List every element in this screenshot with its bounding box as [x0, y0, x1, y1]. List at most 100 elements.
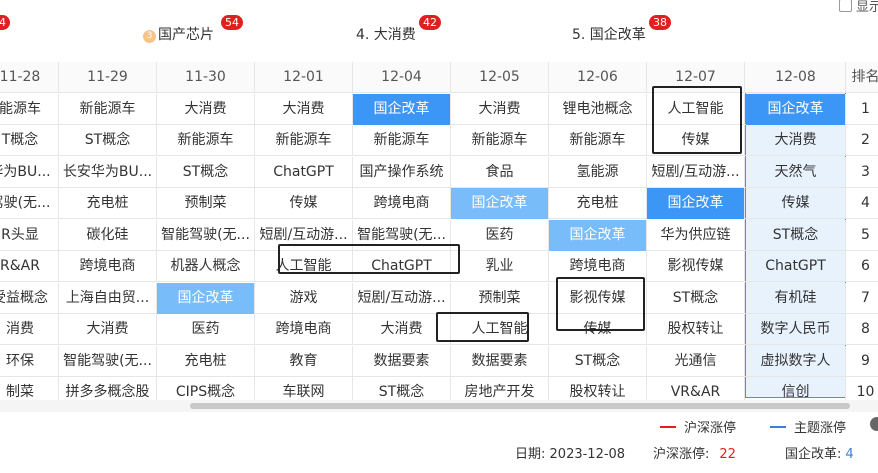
concept-cell[interactable]: 新能源车 — [255, 125, 353, 156]
concept-cell[interactable]: 人工智能 — [647, 93, 745, 125]
concept-cell[interactable]: 国企改革 — [549, 219, 647, 251]
concept-cell[interactable]: 消费 — [0, 314, 59, 345]
scrollbar-thumb[interactable] — [190, 403, 850, 409]
concept-cell[interactable]: 大消费 — [157, 93, 255, 125]
concept-cell[interactable]: 教育 — [255, 345, 353, 377]
concept-cell[interactable]: 新能源车 — [451, 125, 549, 156]
rank-header[interactable]: 排名 — [846, 62, 878, 93]
concept-cell[interactable]: R头显 — [0, 219, 59, 251]
concept-cell[interactable]: 数字人民币 — [746, 314, 846, 345]
concept-cell[interactable]: 新能源车 — [549, 125, 647, 156]
concept-cell[interactable]: 驾驶(无... — [0, 188, 59, 219]
show-all-toggle[interactable]: 显示 — [838, 0, 878, 15]
concept-cell[interactable]: 数据要素 — [451, 345, 549, 377]
concept-cell[interactable]: 传媒 — [255, 188, 353, 219]
date-header[interactable]: 12-05 — [451, 62, 549, 93]
concept-cell[interactable]: 大消费 — [353, 314, 451, 345]
concept-cell[interactable]: 跨境电商 — [255, 314, 353, 345]
date-header[interactable]: 11-30 — [157, 62, 255, 93]
concept-cell[interactable]: 智能驾驶(无... — [157, 219, 255, 251]
concept-cell[interactable]: 国产操作系统 — [353, 156, 451, 188]
theme-item-chip[interactable]: 3 国产芯片 54 — [143, 15, 243, 44]
concept-cell[interactable]: 虚拟数字人 — [746, 345, 846, 377]
concept-cell[interactable]: 环保 — [0, 345, 59, 377]
concept-cell[interactable]: 乳业 — [451, 251, 549, 282]
concept-cell[interactable]: 碳化硅 — [59, 219, 157, 251]
concept-cell[interactable]: 预制菜 — [451, 282, 549, 314]
concept-cell[interactable]: 跨境电商 — [59, 251, 157, 282]
concept-cell[interactable]: ST概念 — [549, 345, 647, 377]
concept-cell[interactable]: ChatGPT — [353, 251, 451, 282]
date-header[interactable]: 12-08 — [746, 62, 846, 93]
concept-cell[interactable]: 数据要素 — [353, 345, 451, 377]
concept-cell[interactable]: T概念 — [0, 125, 59, 156]
concept-cell[interactable]: 影视传媒 — [647, 251, 745, 282]
concept-cell[interactable]: 华为供应链 — [647, 219, 745, 251]
concept-cell[interactable]: 充电桩 — [157, 345, 255, 377]
concept-cell[interactable]: 充电桩 — [59, 188, 157, 219]
concept-cell[interactable]: 国企改革 — [746, 93, 846, 125]
concept-cell[interactable]: ST概念 — [59, 125, 157, 156]
concept-cell[interactable]: 大消费 — [255, 93, 353, 125]
concept-cell[interactable]: ST概念 — [157, 156, 255, 188]
concept-cell[interactable]: 智能驾驶(无... — [59, 345, 157, 377]
concept-cell[interactable]: 医药 — [451, 219, 549, 251]
concept-cell[interactable]: 短剧/互动游... — [255, 219, 353, 251]
concept-cell[interactable]: 国企改革 — [451, 188, 549, 219]
concept-cell[interactable]: 有机硅 — [746, 282, 846, 314]
concept-cell[interactable]: 游戏 — [255, 282, 353, 314]
concept-cell[interactable]: 智能驾驶(无... — [353, 219, 451, 251]
legend-item-market[interactable]: 沪深涨停 — [660, 417, 736, 436]
concept-cell[interactable]: R&AR — [0, 251, 59, 282]
concept-cell[interactable]: 氢能源 — [549, 156, 647, 188]
concept-cell[interactable]: 新能源车 — [59, 93, 157, 125]
concept-cell[interactable]: 跨境电商 — [353, 188, 451, 219]
date-header[interactable]: 12-06 — [549, 62, 647, 93]
concept-cell[interactable]: ChatGPT — [255, 156, 353, 188]
concept-cell[interactable]: 光通信 — [647, 345, 745, 377]
concept-cell[interactable]: 天然气 — [746, 156, 846, 188]
theme-item-soe-reform[interactable]: 5. 国企改革 38 — [572, 15, 671, 44]
checkbox[interactable] — [838, 0, 852, 12]
concept-cell[interactable]: 上海自由贸... — [59, 282, 157, 314]
concept-cell[interactable]: 国企改革 — [157, 282, 255, 314]
concept-cell[interactable]: 传媒 — [549, 314, 647, 345]
concept-cell[interactable]: 能源车 — [0, 93, 59, 125]
concept-cell[interactable]: 跨境电商 — [549, 251, 647, 282]
concept-cell[interactable]: 锂电池概念 — [549, 93, 647, 125]
concept-cell[interactable]: 医药 — [157, 314, 255, 345]
concept-cell[interactable]: 华为BU... — [0, 156, 59, 188]
concept-cell[interactable]: 传媒 — [647, 125, 745, 156]
concept-cell[interactable]: 长安华为BU... — [59, 156, 157, 188]
concept-cell[interactable]: 国企改革 — [647, 188, 745, 219]
concept-cell[interactable]: 影视传媒 — [549, 282, 647, 314]
concept-cell[interactable]: 短剧/互动游... — [353, 282, 451, 314]
concept-cell[interactable]: 预制菜 — [157, 188, 255, 219]
concept-cell[interactable]: 新能源车 — [353, 125, 451, 156]
concept-cell[interactable]: 机器人概念 — [157, 251, 255, 282]
concept-cell[interactable]: 人工智能 — [255, 251, 353, 282]
date-header[interactable]: 11-29 — [59, 62, 157, 93]
concept-cell[interactable]: 人工智能 — [451, 314, 549, 345]
concept-cell[interactable]: 短剧/互动游... — [647, 156, 745, 188]
date-header[interactable]: 12-01 — [255, 62, 353, 93]
concept-cell[interactable]: 大消费 — [451, 93, 549, 125]
concept-cell[interactable]: 食品 — [451, 156, 549, 188]
concept-cell[interactable]: 新能源车 — [157, 125, 255, 156]
date-header[interactable]: 11-28 — [0, 62, 59, 93]
horizontal-scrollbar[interactable] — [0, 400, 878, 412]
date-header[interactable]: 12-04 — [353, 62, 451, 93]
concept-cell[interactable]: ST概念 — [746, 219, 846, 251]
concept-cell[interactable]: 传媒 — [746, 188, 846, 219]
concept-cell[interactable]: 国企改革 — [353, 93, 451, 125]
legend-item-theme[interactable]: 主题涨停 — [770, 417, 846, 436]
date-header[interactable]: 12-07 — [647, 62, 745, 93]
concept-cell[interactable]: 大消费 — [746, 125, 846, 156]
concept-cell[interactable]: ST概念 — [647, 282, 745, 314]
concept-cell[interactable]: ChatGPT — [746, 251, 846, 282]
settings-knob-icon[interactable] — [870, 417, 878, 431]
concept-cell[interactable]: 受益概念 — [0, 282, 59, 314]
concept-cell[interactable]: 大消费 — [59, 314, 157, 345]
theme-item-consumption[interactable]: 4. 大消费 42 — [356, 15, 441, 44]
concept-cell[interactable]: 充电桩 — [549, 188, 647, 219]
